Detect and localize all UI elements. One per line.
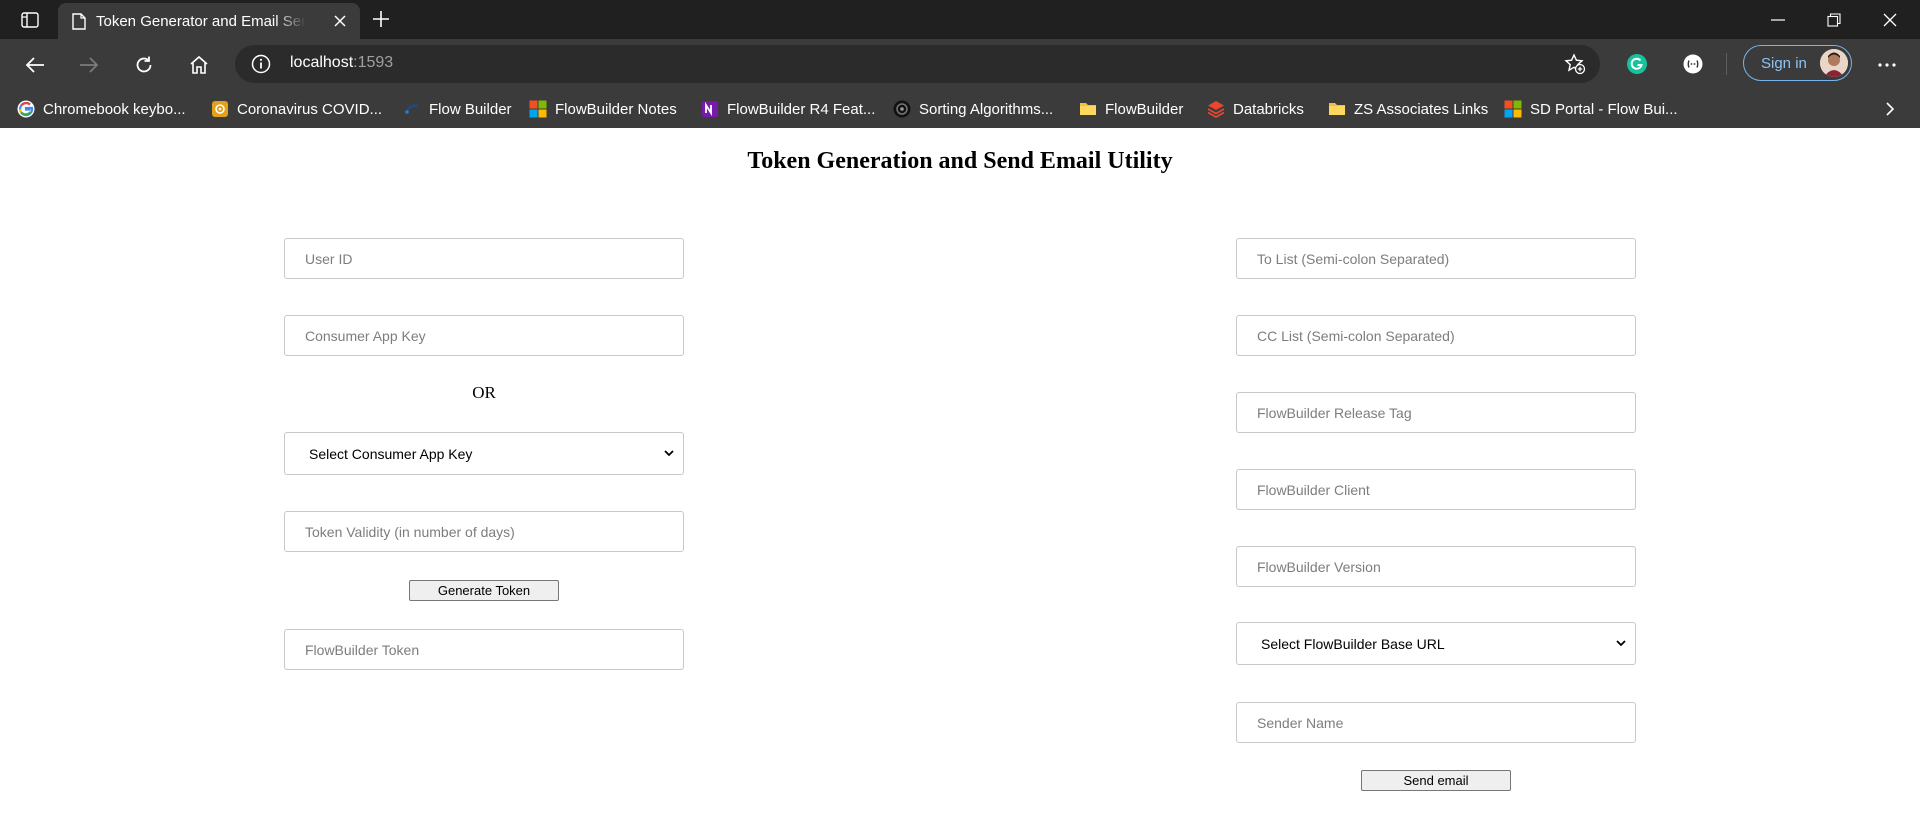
forward-icon[interactable] bbox=[72, 48, 106, 82]
close-window-icon[interactable] bbox=[1862, 0, 1918, 39]
sender-name-input[interactable] bbox=[1236, 702, 1636, 743]
address-bar[interactable]: localhost:1593 bbox=[235, 45, 1600, 83]
or-label: OR bbox=[472, 383, 496, 402]
folder-icon bbox=[1080, 103, 1096, 115]
folder-icon bbox=[1329, 103, 1345, 115]
flow-builder-icon bbox=[404, 104, 419, 114]
sorting-icon bbox=[893, 100, 911, 118]
sign-in-label: Sign in bbox=[1761, 54, 1807, 72]
url-text: localhost:1593 bbox=[290, 54, 394, 71]
home-icon[interactable] bbox=[182, 48, 216, 82]
bookmark-chromebook[interactable]: Chromebook keybo... bbox=[17, 97, 186, 121]
browser-toolbar: localhost:1593 Sign in bbox=[0, 39, 1920, 89]
restore-icon[interactable] bbox=[1806, 0, 1862, 39]
page-title: Token Generation and Send Email Utility bbox=[747, 148, 1173, 174]
tab-actions-icon[interactable] bbox=[12, 6, 48, 34]
bookmarks-bar: Chromebook keybo... Coronavirus COVID...… bbox=[0, 89, 1920, 128]
base-url-select-value: Select FlowBuilder Base URL bbox=[1261, 635, 1445, 652]
back-icon[interactable] bbox=[18, 48, 52, 82]
flowbuilder-version-input[interactable] bbox=[1236, 546, 1636, 587]
add-favorite-icon[interactable] bbox=[1564, 53, 1586, 75]
google-icon bbox=[17, 100, 35, 118]
release-tag-input[interactable] bbox=[1236, 392, 1636, 433]
minimize-icon[interactable] bbox=[1750, 0, 1806, 39]
flowbuilder-client-input[interactable] bbox=[1236, 469, 1636, 510]
bookmark-databricks[interactable]: Databricks bbox=[1207, 97, 1304, 121]
close-tab-icon[interactable] bbox=[332, 13, 348, 29]
active-tab[interactable]: Token Generator and Email Sender bbox=[58, 3, 360, 39]
databricks-icon bbox=[1207, 101, 1225, 118]
bookmark-flowbuilder-folder[interactable]: FlowBuilder bbox=[1079, 97, 1183, 121]
page-content: Token Generation and Send Email Utility … bbox=[0, 128, 1920, 816]
toolbar-divider bbox=[1726, 53, 1727, 75]
base-url-select[interactable]: Select FlowBuilder Base URL bbox=[1236, 622, 1636, 665]
bookmark-coronavirus[interactable]: Coronavirus COVID... bbox=[211, 97, 382, 121]
tab-title: Token Generator and Email Sender bbox=[96, 12, 306, 30]
bookmark-flow-builder[interactable]: Flow Builder bbox=[403, 97, 512, 121]
covid-icon bbox=[212, 101, 228, 117]
more-options-icon[interactable] bbox=[1870, 48, 1904, 82]
consumer-app-key-select[interactable]: Select Consumer App Key bbox=[284, 432, 684, 475]
user-id-input[interactable] bbox=[284, 238, 684, 279]
info-icon[interactable] bbox=[251, 54, 271, 74]
chevron-down-icon bbox=[664, 450, 674, 457]
sign-in-button[interactable]: Sign in bbox=[1743, 45, 1852, 81]
bookmark-sorting-algorithms[interactable]: Sorting Algorithms... bbox=[893, 97, 1053, 121]
bookmark-flowbuilder-r4[interactable]: FlowBuilder R4 Feat... bbox=[701, 97, 875, 121]
page-icon bbox=[72, 12, 86, 30]
bookmark-sd-portal[interactable]: SD Portal - Flow Bui... bbox=[1504, 97, 1678, 121]
generate-token-button[interactable]: Generate Token bbox=[409, 580, 559, 601]
bookmark-zs-associates[interactable]: ZS Associates Links bbox=[1328, 97, 1488, 121]
new-tab-icon[interactable] bbox=[368, 6, 394, 32]
refresh-icon[interactable] bbox=[127, 48, 161, 82]
token-validity-input[interactable] bbox=[284, 511, 684, 552]
onenote-icon bbox=[702, 101, 718, 117]
avatar bbox=[1820, 49, 1848, 77]
tab-strip: Token Generator and Email Sender bbox=[0, 0, 1920, 39]
grammarly-icon[interactable] bbox=[1626, 53, 1648, 80]
chevron-down-icon bbox=[1616, 640, 1626, 647]
flowbuilder-token-field[interactable] bbox=[284, 629, 684, 670]
consumer-app-key-select-value: Select Consumer App Key bbox=[309, 445, 473, 462]
microsoft-icon bbox=[1504, 100, 1522, 118]
cc-list-input[interactable] bbox=[1236, 315, 1636, 356]
microsoft-icon bbox=[529, 100, 547, 118]
consumer-app-key-input[interactable] bbox=[284, 315, 684, 356]
to-list-input[interactable] bbox=[1236, 238, 1636, 279]
chevron-right-icon[interactable] bbox=[1878, 97, 1902, 121]
send-email-button[interactable]: Send email bbox=[1361, 770, 1511, 791]
bookmark-flowbuilder-notes[interactable]: FlowBuilder Notes bbox=[529, 97, 677, 121]
extension-icon[interactable] bbox=[1682, 53, 1704, 80]
